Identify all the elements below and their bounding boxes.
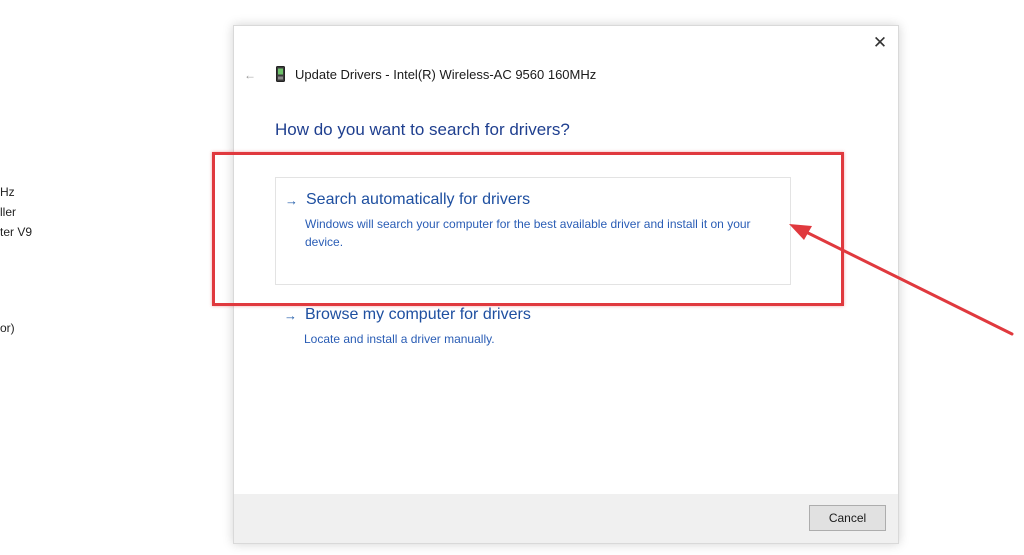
cancel-button[interactable]: Cancel: [809, 505, 886, 531]
close-icon[interactable]: ✕: [868, 32, 892, 54]
page-heading: How do you want to search for drivers?: [275, 120, 570, 139]
option-title: Browse my computer for drivers: [305, 306, 531, 323]
option-head: → Browse my computer for drivers: [284, 306, 531, 324]
browse-computer-option[interactable]: → Browse my computer for drivers Locate …: [275, 304, 789, 374]
network-adapter-icon: [276, 66, 285, 82]
dialog-title: Update Drivers - Intel(R) Wireless-AC 95…: [295, 66, 597, 82]
annotation-highlight-box: [212, 152, 844, 306]
option-description: Locate and install a driver manually.: [304, 332, 495, 346]
dialog-footer: Cancel: [234, 494, 898, 543]
background-device-text: Hz: [0, 185, 15, 199]
background-device-text: or): [0, 321, 15, 335]
arrow-right-icon: →: [284, 307, 297, 323]
back-arrow-icon[interactable]: ←: [242, 67, 258, 83]
dialog-title-row: Update Drivers - Intel(R) Wireless-AC 95…: [276, 66, 596, 82]
background-device-text: ller: [0, 205, 17, 219]
device-manager-background: Hz ller ter V9 or): [0, 0, 60, 555]
screenshot-stage: Hz ller ter V9 or) ✕ ← Update Drivers - …: [0, 0, 1024, 555]
background-device-text: ter V9: [0, 225, 33, 239]
